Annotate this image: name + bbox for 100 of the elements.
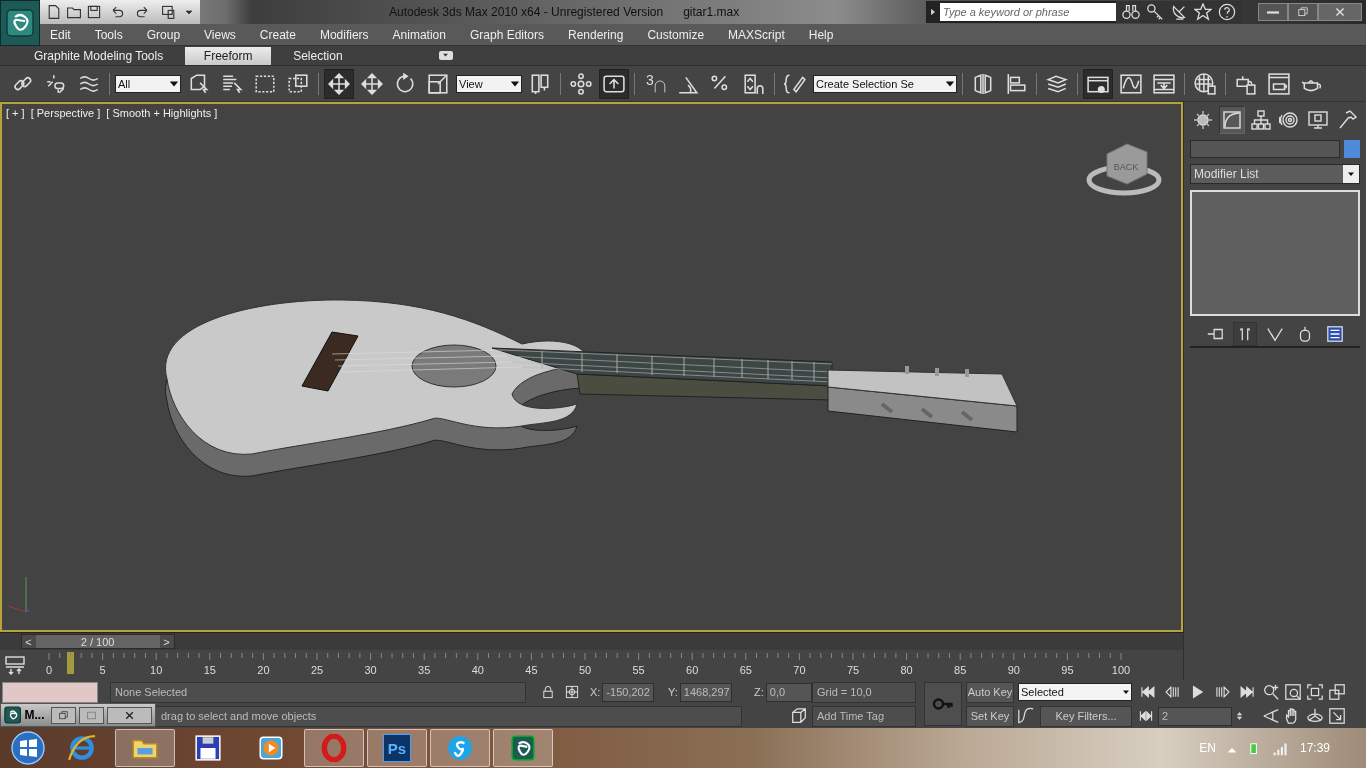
ribbon-tab[interactable]: Selection (277, 46, 359, 65)
maximize-viewport-icon[interactable] (1328, 707, 1346, 725)
frame-number: 75 (846, 664, 860, 676)
set-key-button[interactable]: Set Key (966, 705, 1014, 727)
auto-key-button[interactable]: Auto Key (966, 681, 1014, 703)
show-end-result-button[interactable] (1233, 322, 1257, 346)
guitar-drawing[interactable] (165, 299, 1018, 477)
track-bar[interactable]: 0 5 10 15 20 25 30 35 40 45 50 55 60 65 70 75 80 85 90 95 100 (36, 650, 1140, 680)
frame-number: 70 (793, 664, 806, 676)
next-frame-icon[interactable] (1213, 684, 1232, 700)
frame-number: 55 (632, 664, 645, 676)
photoshop-label: Ps (383, 734, 411, 762)
x-coordinate-field[interactable]: -150,202 (602, 682, 655, 702)
restore-button[interactable] (50, 706, 77, 724)
lock-icon[interactable] (541, 685, 555, 699)
panel-tab[interactable] (1218, 106, 1246, 134)
help-icon[interactable] (1218, 3, 1236, 21)
current-frame-marker[interactable] (67, 652, 75, 674)
minimized-window-title[interactable]: M... (24, 708, 48, 722)
ribbon-tab[interactable]: Freeform (185, 46, 272, 65)
modifier-stack[interactable] (1190, 190, 1360, 316)
tangent-icon[interactable] (1016, 707, 1036, 725)
orbit-icon[interactable] (1306, 707, 1324, 725)
previous-frame-button[interactable]: < (21, 635, 36, 648)
menu-item[interactable]: Customize (637, 27, 719, 42)
key-mode-dropdown[interactable]: Selected (1018, 683, 1132, 701)
go-to-start-icon[interactable] (1138, 684, 1157, 700)
current-frame-field[interactable]: 2 (1158, 706, 1232, 726)
menu-item[interactable]: Animation (382, 27, 460, 42)
dropdown[interactable]: View (456, 74, 522, 93)
viewport[interactable]: BACK [ + ] [ Perspective ] [ Smooth + Highlights ] (0, 102, 1183, 632)
menu-item[interactable]: Views (194, 27, 250, 42)
menu-item[interactable]: Tools (84, 27, 137, 42)
start-orb-icon[interactable] (10, 730, 46, 766)
add-time-tag-field[interactable]: Add Time Tag (812, 705, 916, 727)
frame-number: 30 (364, 664, 377, 676)
key-filters-button[interactable]: Key Filters... (1040, 705, 1132, 727)
viewport-label[interactable]: [ Perspective ] (30, 107, 101, 119)
restore-button[interactable] (1288, 3, 1318, 21)
magnet-button[interactable]: 3 (640, 68, 670, 99)
spinner-snap-icon (743, 72, 765, 95)
zoom-icon[interactable] (1262, 683, 1280, 701)
zoom-extents-all-icon[interactable] (1328, 683, 1346, 701)
z-coordinate-field[interactable]: 0,0 (765, 682, 812, 702)
menu-item[interactable]: Modifiers (309, 27, 383, 42)
cube-icon[interactable] (790, 707, 808, 725)
close-button[interactable] (107, 706, 152, 724)
dropdown[interactable]: Create Selection Se (813, 74, 957, 93)
open-folder-icon[interactable] (66, 4, 82, 20)
monitor-icon (1308, 110, 1328, 130)
close-button[interactable] (1318, 3, 1362, 21)
key-mode-icon[interactable] (1138, 708, 1154, 724)
menu-item[interactable]: Graph Editors (459, 27, 558, 42)
taskbar-app-button[interactable]: Ps (367, 729, 427, 767)
viewport-label[interactable]: [ + ] (6, 107, 25, 119)
ribbon-tab[interactable]: Graphite Modeling Tools (18, 46, 180, 65)
time-slider-thumb[interactable]: < 2 / 100 > (20, 634, 175, 649)
app-logo-icon[interactable] (4, 706, 22, 724)
key-icon[interactable] (1146, 3, 1164, 21)
object-color-swatch[interactable] (1344, 140, 1360, 158)
menu-item[interactable]: Create (249, 27, 310, 42)
star-icon[interactable] (1194, 3, 1212, 21)
menu-item[interactable]: Group (136, 27, 195, 42)
rotate-icon (394, 72, 416, 95)
new-file-icon[interactable] (46, 4, 62, 20)
zoom-all-icon[interactable] (1284, 683, 1302, 701)
satellite-dish-icon[interactable] (1170, 3, 1188, 21)
go-to-end-icon[interactable] (1238, 684, 1257, 700)
app-logo-icon[interactable] (6, 9, 34, 37)
menu-item[interactable]: Rendering (558, 27, 638, 42)
maximize-button[interactable] (79, 706, 105, 724)
absolute-mode-icon[interactable] (565, 685, 579, 699)
binoculars-icon[interactable] (1122, 3, 1140, 21)
concentric-circles-icon (1279, 110, 1300, 130)
search-field[interactable]: Type a keyword or phrase (940, 3, 1116, 21)
viewport-label[interactable]: [ Smooth + Highlights ] (106, 107, 218, 119)
move-icon (361, 72, 383, 95)
keyboard-override-button[interactable] (599, 68, 629, 99)
object-name-field[interactable] (1190, 140, 1340, 158)
set-key-toggle[interactable] (924, 682, 962, 726)
taskbar-app-button[interactable] (493, 729, 553, 767)
mini-curve-editor-icon[interactable] (5, 655, 25, 675)
menu-item[interactable]: MAXScript (718, 27, 799, 42)
modifier-list-dropdown[interactable]: Modifier List (1190, 164, 1360, 184)
menu-item[interactable]: Edit (40, 27, 85, 42)
ribbon-options-button[interactable] (438, 51, 453, 60)
save-icon[interactable] (86, 4, 102, 20)
script-listener-box[interactable] (2, 681, 98, 703)
y-coordinate-field[interactable]: 1468,297 (679, 682, 732, 702)
dropdown[interactable]: All (115, 74, 181, 93)
field-of-view-icon[interactable] (1262, 707, 1280, 725)
zoom-extents-icon[interactable] (1306, 683, 1324, 701)
menu-item[interactable]: Help (798, 27, 848, 42)
ribbon-toggle-button[interactable] (1082, 68, 1113, 99)
time-slider-track[interactable]: < 2 / 100 > (0, 632, 1183, 650)
restore-icon (57, 709, 69, 721)
previous-frame-icon[interactable] (1163, 684, 1182, 700)
close-icon (1334, 6, 1346, 18)
minimize-button[interactable] (1258, 3, 1288, 21)
move-button[interactable] (324, 68, 354, 99)
